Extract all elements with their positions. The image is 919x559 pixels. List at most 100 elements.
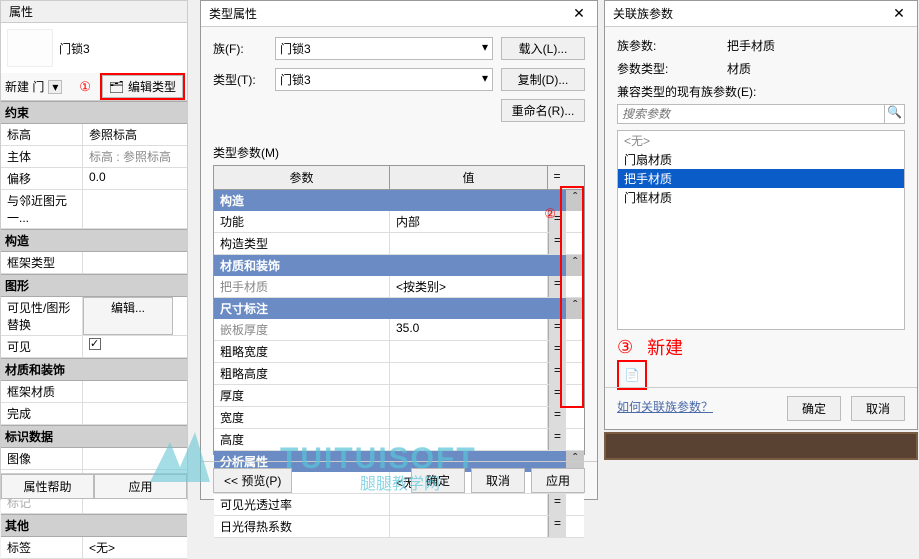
search-box[interactable]: 🔍: [617, 104, 905, 124]
param-name: 功能: [214, 211, 390, 232]
type-param-row[interactable]: 嵌板厚度35.0=: [214, 319, 584, 341]
search-icon[interactable]: 🔍: [884, 105, 904, 123]
ok-button[interactable]: 确定: [411, 468, 465, 493]
prop-label: 标签: [1, 537, 83, 558]
list-item[interactable]: 把手材质: [618, 169, 904, 188]
param-name: 把手材质: [214, 276, 390, 297]
param-value[interactable]: [390, 516, 548, 537]
assoc-button[interactable]: =: [548, 407, 566, 428]
param-list[interactable]: <无>门扇材质把手材质门框材质: [617, 130, 905, 330]
param-value[interactable]: [390, 385, 548, 406]
type-params-label: 类型参数(M): [201, 140, 597, 165]
prop-label: 框架类型: [1, 252, 83, 273]
prop-value[interactable]: 0.0: [83, 168, 187, 189]
preview-button[interactable]: << 预览(P): [213, 468, 292, 493]
param-name: 日光得热系数: [214, 516, 390, 537]
prop-value[interactable]: [83, 252, 187, 273]
prop-label: 标高: [1, 124, 83, 145]
prop-label: 可见性/图形替换: [1, 297, 83, 335]
close-icon[interactable]: ✕: [889, 5, 909, 22]
type-param-row[interactable]: 宽度=: [214, 407, 584, 429]
type-params-table: 参数 值 = 构造ˆ功能内部=构造类型=材质和装饰ˆ把手材质<按类别>=尺寸标注…: [213, 165, 585, 455]
prop-value[interactable]: [83, 381, 187, 402]
type-section-header[interactable]: 材质和装饰ˆ: [214, 255, 584, 276]
chevron-down-icon: ▾: [482, 71, 488, 88]
property-help-button[interactable]: 属性帮助: [1, 474, 94, 499]
edit-type-label: 编辑类型: [128, 78, 176, 95]
type-section-header[interactable]: 构造ˆ: [214, 190, 584, 211]
edit-vis-button[interactable]: 编辑...: [83, 297, 173, 335]
section-graphics: 图形: [1, 274, 187, 297]
type-properties-dialog: 类型属性 ✕ 族(F): 门锁3▾ 载入(L)... 类型(T): 门锁3▾ 复…: [200, 0, 598, 500]
type-param-row[interactable]: 构造类型=: [214, 233, 584, 255]
family-param-value: 把手材质: [727, 37, 775, 54]
prop-value[interactable]: <无>: [83, 537, 187, 558]
list-item[interactable]: <无>: [618, 131, 904, 150]
type-param-row[interactable]: 高度=: [214, 429, 584, 451]
param-value[interactable]: [390, 363, 548, 384]
edit-type-button[interactable]: 🗂 编辑类型: [102, 75, 183, 98]
ok-button[interactable]: 确定: [787, 396, 841, 421]
cancel-button[interactable]: 取消: [851, 396, 905, 421]
type-param-row[interactable]: 粗略高度=: [214, 363, 584, 385]
properties-title: 属性: [1, 1, 187, 23]
section-construct: 构造: [1, 229, 187, 252]
type-section-header[interactable]: 尺寸标注ˆ: [214, 298, 584, 319]
close-icon[interactable]: ✕: [569, 5, 589, 22]
family-select[interactable]: 门锁3▾: [275, 37, 493, 60]
background-strip: [604, 432, 918, 460]
rename-button[interactable]: 重命名(R)...: [501, 99, 585, 122]
list-item[interactable]: 门扇材质: [618, 150, 904, 169]
properties-panel: 属性 门锁3 新建 门 ▾ ① 🗂 编辑类型 约束 标高参照标高 主体标高 : …: [0, 0, 188, 500]
prop-value[interactable]: [83, 448, 187, 469]
dropdown-icon[interactable]: ▾: [48, 80, 62, 94]
new-param-button[interactable]: 📄: [617, 360, 647, 390]
copy-button[interactable]: 复制(D)...: [501, 68, 585, 91]
associate-family-parameter-dialog: 关联族参数 ✕ 族参数:把手材质 参数类型:材质 兼容类型的现有族参数(E): …: [604, 0, 918, 430]
param-value[interactable]: 内部: [390, 211, 548, 232]
type-label: 类型(T):: [213, 71, 267, 88]
type-select[interactable]: 门锁3▾: [275, 68, 493, 91]
type-param-row[interactable]: 把手材质<按类别>=: [214, 276, 584, 298]
prop-value: 标高 : 参照标高: [83, 146, 187, 167]
type-param-row[interactable]: 日光得热系数 =: [214, 516, 584, 538]
cancel-button[interactable]: 取消: [471, 468, 525, 493]
param-name: 粗略高度: [214, 363, 390, 384]
new-label-annotation: 新建: [647, 334, 683, 360]
list-item[interactable]: 门框材质: [618, 188, 904, 207]
th-value: 值: [390, 166, 548, 189]
param-name: 粗略宽度: [214, 341, 390, 362]
search-input[interactable]: [618, 105, 884, 123]
prop-label: 框架材质: [1, 381, 83, 402]
property-thumbnail-area: 门锁3: [1, 23, 187, 73]
marker-3: ③: [617, 337, 633, 358]
prop-value[interactable]: [83, 336, 187, 357]
prop-value[interactable]: 参照标高: [83, 124, 187, 145]
highlight-box-2: [560, 186, 584, 408]
param-value[interactable]: [390, 233, 548, 254]
param-value[interactable]: [390, 407, 548, 428]
prop-value[interactable]: [83, 403, 187, 424]
assoc-button[interactable]: =: [548, 429, 566, 450]
param-value[interactable]: 35.0: [390, 319, 548, 340]
param-value[interactable]: [390, 429, 548, 450]
section-constraint: 约束: [1, 101, 187, 124]
param-value[interactable]: [390, 341, 548, 362]
assoc-button[interactable]: =: [548, 516, 566, 537]
load-button[interactable]: 载入(L)...: [501, 37, 585, 60]
visible-checkbox[interactable]: [89, 338, 101, 350]
param-type-value: 材质: [727, 60, 751, 77]
marker-2: ②: [544, 206, 556, 222]
prop-label: 与邻近图元一...: [1, 190, 83, 228]
prop-value[interactable]: [83, 190, 187, 228]
param-name: 厚度: [214, 385, 390, 406]
prop-label: 主体: [1, 146, 83, 167]
prop-label: 完成: [1, 403, 83, 424]
apply-button[interactable]: 应用: [94, 474, 187, 499]
type-param-row[interactable]: 厚度=: [214, 385, 584, 407]
apply-button[interactable]: 应用: [531, 468, 585, 493]
param-value[interactable]: <按类别>: [390, 276, 548, 297]
type-param-row[interactable]: 粗略宽度=: [214, 341, 584, 363]
dialog-title: 类型属性: [209, 5, 257, 22]
type-param-row[interactable]: 功能内部=: [214, 211, 584, 233]
